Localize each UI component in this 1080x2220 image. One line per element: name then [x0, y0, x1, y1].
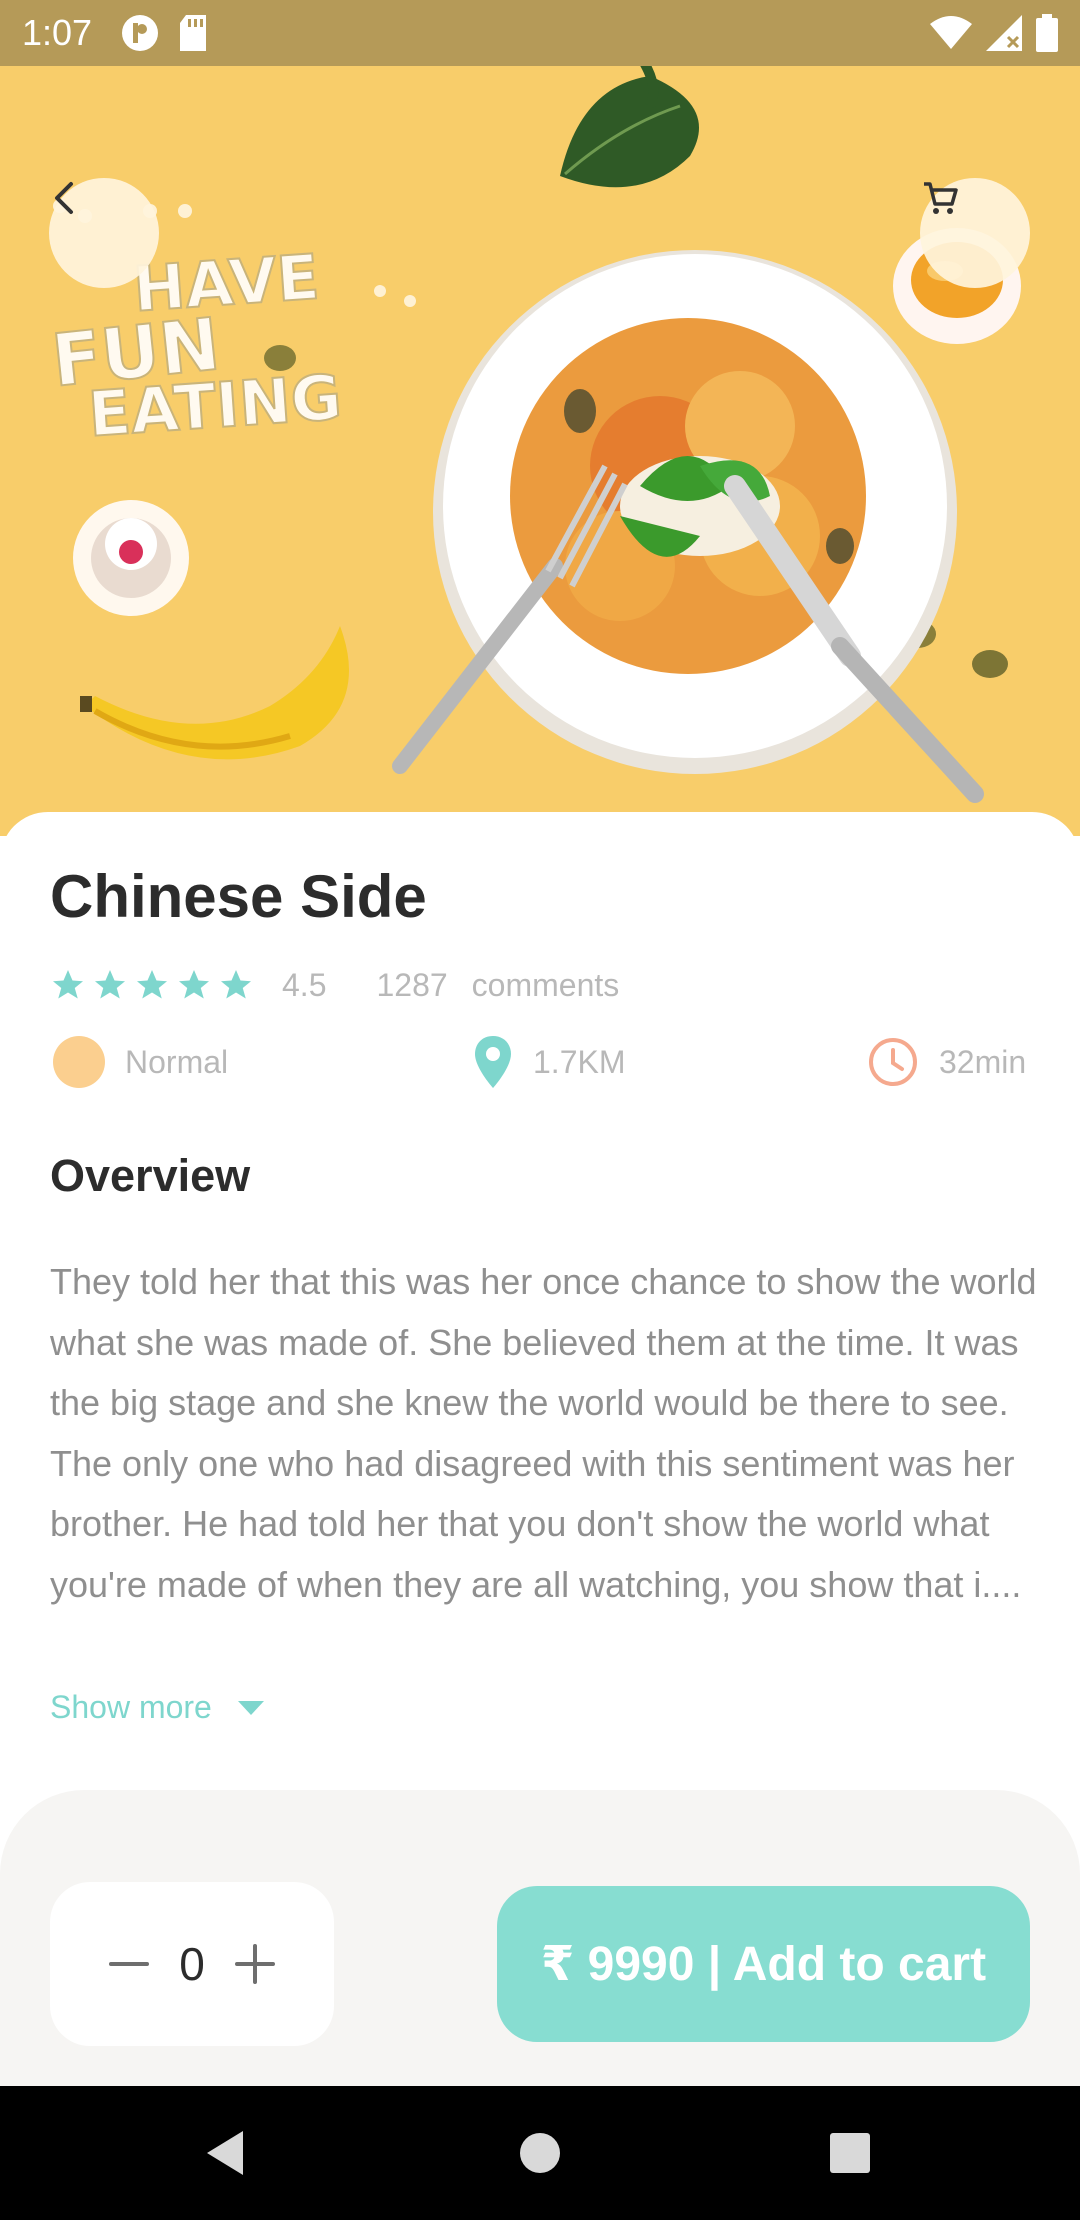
rating-value: 4.5	[282, 966, 327, 1003]
sd-card-icon	[180, 15, 207, 51]
product-details-card: Chinese Side 4.5 1287 comments Normal 1.…	[0, 812, 1080, 1812]
quantity-stepper: 0	[50, 1882, 334, 2046]
comments-count: 1287	[376, 966, 448, 1003]
increase-button[interactable]	[234, 1944, 275, 1984]
system-nav-bar	[0, 2086, 1080, 2220]
home-circle-icon	[520, 2133, 560, 2173]
status-time: 1:07	[22, 12, 93, 53]
distance-info: 1.7KM	[473, 1032, 625, 1092]
star-rating	[50, 967, 254, 1003]
signal-icon	[986, 15, 1022, 51]
minus-icon	[109, 1962, 150, 1966]
time-info: 32min	[867, 1032, 1026, 1092]
spice-dot-icon	[53, 1036, 105, 1088]
location-pin-icon	[475, 1036, 511, 1088]
add-to-cart-button[interactable]: ₹ 9990 | Add to cart	[497, 1886, 1030, 2042]
overview-text: They told her that this was her once cha…	[50, 1261, 1037, 1605]
spice-level-label: Normal	[125, 1043, 229, 1080]
nav-home-button[interactable]	[500, 2086, 580, 2220]
hero-image: HAVE FUN EATING	[0, 66, 1080, 836]
nav-recents-button[interactable]	[810, 2086, 890, 2220]
cart-icon	[924, 182, 958, 214]
show-more-label: Show more	[50, 1689, 212, 1725]
wifi-icon	[930, 16, 972, 49]
leaf-decoration	[560, 66, 699, 188]
caret-down-icon	[237, 1700, 264, 1715]
plus-icon	[234, 1944, 275, 1984]
star-icon	[137, 970, 167, 999]
p-icon	[122, 15, 159, 51]
back-triangle-icon	[207, 2131, 243, 2175]
clock-icon	[869, 1038, 917, 1086]
back-button[interactable]	[49, 178, 159, 288]
spice-level-info: Normal	[53, 1032, 228, 1092]
cupcake	[73, 500, 189, 616]
food-illustration: HAVE FUN EATING	[47, 66, 1021, 803]
battery-icon	[1036, 14, 1058, 52]
star-icon	[53, 970, 83, 999]
show-more-button[interactable]: Show more	[50, 1689, 266, 1726]
banana	[80, 626, 349, 760]
star-icon	[95, 970, 125, 999]
comments-label[interactable]: comments	[472, 967, 620, 1004]
status-bar: 1:07	[0, 0, 1080, 66]
info-row: Normal 1.7KM 32min	[50, 1032, 1030, 1092]
rating-row: 4.5 1287 comments	[50, 960, 619, 1010]
nav-back-button[interactable]	[185, 2086, 265, 2220]
star-icon	[221, 970, 251, 999]
quantity-value: 0	[179, 1938, 205, 1990]
decrease-button[interactable]	[109, 1944, 150, 1984]
recents-square-icon	[830, 2133, 870, 2173]
overview-heading: Overview	[50, 1150, 251, 1201]
distance-label: 1.7KM	[533, 1043, 626, 1080]
cart-button[interactable]	[920, 178, 1030, 288]
product-title: Chinese Side	[50, 863, 427, 930]
chevron-left-icon	[55, 182, 73, 214]
star-icon	[179, 970, 209, 999]
bottom-action-bar: 0 ₹ 9990 | Add to cart	[0, 1790, 1080, 2090]
time-label: 32min	[939, 1043, 1027, 1080]
